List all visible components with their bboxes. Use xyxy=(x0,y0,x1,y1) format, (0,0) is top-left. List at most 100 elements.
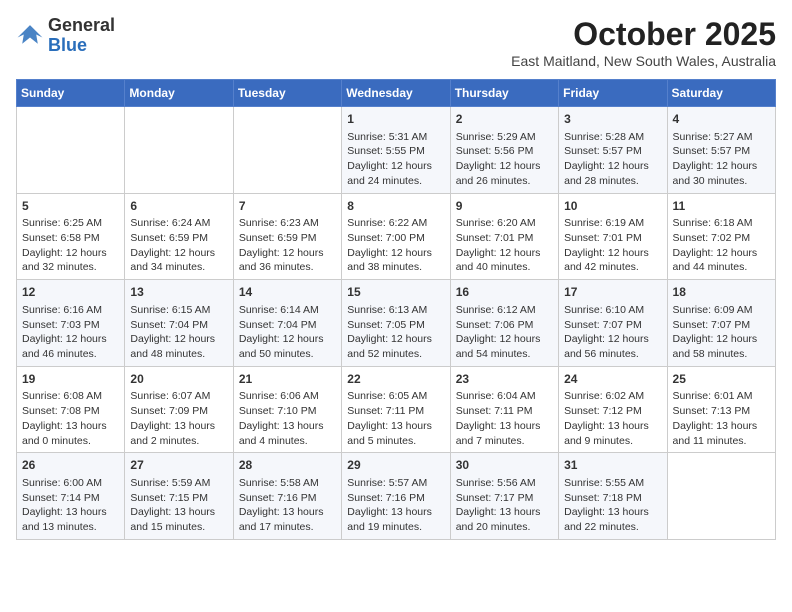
calendar-cell: 29 Sunrise: 5:57 AM Sunset: 7:16 PM Dayli… xyxy=(342,453,450,540)
calendar-week-row: 12 Sunrise: 6:16 AM Sunset: 7:03 PM Dayli… xyxy=(17,280,776,367)
calendar-cell: 25Sunrise: 6:01 AM Sunset: 7:13 PM Dayli… xyxy=(667,366,775,453)
day-number: 26 xyxy=(22,457,119,474)
weekday-header-thursday: Thursday xyxy=(450,80,558,107)
day-number: 16 xyxy=(456,284,553,301)
logo: General Blue xyxy=(16,16,115,56)
cell-content: Sunrise: 6:00 AM Sunset: 7:14 PM Dayligh… xyxy=(22,476,119,535)
calendar-cell: 7Sunrise: 6:23 AM Sunset: 6:59 PM Daylig… xyxy=(233,193,341,280)
day-number: 28 xyxy=(239,457,336,474)
weekday-header-tuesday: Tuesday xyxy=(233,80,341,107)
day-number: 1 xyxy=(347,111,444,128)
calendar-header: SundayMondayTuesdayWednesdayThursdayFrid… xyxy=(17,80,776,107)
day-number: 19 xyxy=(22,371,119,388)
calendar-cell: 4 Sunrise: 5:27 AM Sunset: 5:57 PM Daylig… xyxy=(667,107,775,194)
cell-content: Sunrise: 6:25 AM Sunset: 6:58 PM Dayligh… xyxy=(22,216,119,275)
calendar-cell xyxy=(667,453,775,540)
calendar-cell: 24Sunrise: 6:02 AM Sunset: 7:12 PM Dayli… xyxy=(559,366,667,453)
calendar-cell: 5Sunrise: 6:25 AM Sunset: 6:58 PM Daylig… xyxy=(17,193,125,280)
cell-content: Sunrise: 6:01 AM Sunset: 7:13 PM Dayligh… xyxy=(673,389,770,448)
cell-content: Sunrise: 5:31 AM Sunset: 5:55 PM Dayligh… xyxy=(347,130,444,189)
calendar-cell: 20Sunrise: 6:07 AM Sunset: 7:09 PM Dayli… xyxy=(125,366,233,453)
cell-content: Sunrise: 6:18 AM Sunset: 7:02 PM Dayligh… xyxy=(673,216,770,275)
calendar-cell: 9Sunrise: 6:20 AM Sunset: 7:01 PM Daylig… xyxy=(450,193,558,280)
calendar-cell: 27 Sunrise: 5:59 AM Sunset: 7:15 PM Dayli… xyxy=(125,453,233,540)
cell-content: Sunrise: 6:15 AM Sunset: 7:04 PM Dayligh… xyxy=(130,303,227,362)
calendar-week-row: 5Sunrise: 6:25 AM Sunset: 6:58 PM Daylig… xyxy=(17,193,776,280)
day-number: 8 xyxy=(347,198,444,215)
cell-content: Sunrise: 6:19 AM Sunset: 7:01 PM Dayligh… xyxy=(564,216,661,275)
day-number: 17 xyxy=(564,284,661,301)
calendar-cell: 18Sunrise: 6:09 AM Sunset: 7:07 PM Dayli… xyxy=(667,280,775,367)
month-title: October 2025 xyxy=(511,16,776,53)
calendar-cell: 1 Sunrise: 5:31 AM Sunset: 5:55 PM Daylig… xyxy=(342,107,450,194)
cell-content: Sunrise: 5:56 AM Sunset: 7:17 PM Dayligh… xyxy=(456,476,553,535)
day-number: 4 xyxy=(673,111,770,128)
day-number: 15 xyxy=(347,284,444,301)
day-number: 14 xyxy=(239,284,336,301)
weekday-header-monday: Monday xyxy=(125,80,233,107)
cell-content: Sunrise: 6:08 AM Sunset: 7:08 PM Dayligh… xyxy=(22,389,119,448)
cell-content: Sunrise: 5:27 AM Sunset: 5:57 PM Dayligh… xyxy=(673,130,770,189)
calendar-cell: 17Sunrise: 6:10 AM Sunset: 7:07 PM Dayli… xyxy=(559,280,667,367)
cell-content: Sunrise: 6:16 AM Sunset: 7:03 PM Dayligh… xyxy=(22,303,119,362)
cell-content: Sunrise: 6:02 AM Sunset: 7:12 PM Dayligh… xyxy=(564,389,661,448)
calendar-cell: 31 Sunrise: 5:55 AM Sunset: 7:18 PM Dayli… xyxy=(559,453,667,540)
calendar-cell: 8Sunrise: 6:22 AM Sunset: 7:00 PM Daylig… xyxy=(342,193,450,280)
cell-content: Sunrise: 5:57 AM Sunset: 7:16 PM Dayligh… xyxy=(347,476,444,535)
weekday-header-wednesday: Wednesday xyxy=(342,80,450,107)
day-number: 20 xyxy=(130,371,227,388)
cell-content: Sunrise: 6:23 AM Sunset: 6:59 PM Dayligh… xyxy=(239,216,336,275)
day-number: 24 xyxy=(564,371,661,388)
day-number: 9 xyxy=(456,198,553,215)
calendar-cell: 14 Sunrise: 6:14 AM Sunset: 7:04 PM Dayli… xyxy=(233,280,341,367)
calendar-cell: 16 Sunrise: 6:12 AM Sunset: 7:06 PM Dayli… xyxy=(450,280,558,367)
cell-content: Sunrise: 5:55 AM Sunset: 7:18 PM Dayligh… xyxy=(564,476,661,535)
calendar-week-row: 26 Sunrise: 6:00 AM Sunset: 7:14 PM Dayli… xyxy=(17,453,776,540)
day-number: 23 xyxy=(456,371,553,388)
day-number: 29 xyxy=(347,457,444,474)
day-number: 25 xyxy=(673,371,770,388)
cell-content: Sunrise: 5:28 AM Sunset: 5:57 PM Dayligh… xyxy=(564,130,661,189)
logo-bird-icon xyxy=(16,22,44,50)
title-block: October 2025 East Maitland, New South Wa… xyxy=(511,16,776,69)
day-number: 3 xyxy=(564,111,661,128)
calendar-cell xyxy=(233,107,341,194)
day-number: 31 xyxy=(564,457,661,474)
day-number: 10 xyxy=(564,198,661,215)
day-number: 7 xyxy=(239,198,336,215)
day-number: 5 xyxy=(22,198,119,215)
calendar-cell: 26 Sunrise: 6:00 AM Sunset: 7:14 PM Dayli… xyxy=(17,453,125,540)
day-number: 27 xyxy=(130,457,227,474)
day-number: 30 xyxy=(456,457,553,474)
calendar-cell: 23Sunrise: 6:04 AM Sunset: 7:11 PM Dayli… xyxy=(450,366,558,453)
cell-content: Sunrise: 6:05 AM Sunset: 7:11 PM Dayligh… xyxy=(347,389,444,448)
calendar-cell: 21Sunrise: 6:06 AM Sunset: 7:10 PM Dayli… xyxy=(233,366,341,453)
cell-content: Sunrise: 6:04 AM Sunset: 7:11 PM Dayligh… xyxy=(456,389,553,448)
logo-blue-text: Blue xyxy=(48,35,87,55)
cell-content: Sunrise: 6:12 AM Sunset: 7:06 PM Dayligh… xyxy=(456,303,553,362)
cell-content: Sunrise: 6:06 AM Sunset: 7:10 PM Dayligh… xyxy=(239,389,336,448)
cell-content: Sunrise: 6:09 AM Sunset: 7:07 PM Dayligh… xyxy=(673,303,770,362)
calendar-cell: 22Sunrise: 6:05 AM Sunset: 7:11 PM Dayli… xyxy=(342,366,450,453)
calendar-week-row: 1 Sunrise: 5:31 AM Sunset: 5:55 PM Daylig… xyxy=(17,107,776,194)
cell-content: Sunrise: 6:24 AM Sunset: 6:59 PM Dayligh… xyxy=(130,216,227,275)
cell-content: Sunrise: 6:13 AM Sunset: 7:05 PM Dayligh… xyxy=(347,303,444,362)
calendar-cell xyxy=(125,107,233,194)
calendar-cell xyxy=(17,107,125,194)
calendar-cell: 10Sunrise: 6:19 AM Sunset: 7:01 PM Dayli… xyxy=(559,193,667,280)
calendar-week-row: 19Sunrise: 6:08 AM Sunset: 7:08 PM Dayli… xyxy=(17,366,776,453)
cell-content: Sunrise: 5:29 AM Sunset: 5:56 PM Dayligh… xyxy=(456,130,553,189)
calendar-cell: 2Sunrise: 5:29 AM Sunset: 5:56 PM Daylig… xyxy=(450,107,558,194)
day-number: 11 xyxy=(673,198,770,215)
day-number: 21 xyxy=(239,371,336,388)
cell-content: Sunrise: 5:59 AM Sunset: 7:15 PM Dayligh… xyxy=(130,476,227,535)
calendar-cell: 30 Sunrise: 5:56 AM Sunset: 7:17 PM Dayli… xyxy=(450,453,558,540)
day-number: 12 xyxy=(22,284,119,301)
weekday-row: SundayMondayTuesdayWednesdayThursdayFrid… xyxy=(17,80,776,107)
cell-content: Sunrise: 6:14 AM Sunset: 7:04 PM Dayligh… xyxy=(239,303,336,362)
calendar-cell: 19Sunrise: 6:08 AM Sunset: 7:08 PM Dayli… xyxy=(17,366,125,453)
page-header: General Blue October 2025 East Maitland,… xyxy=(16,16,776,69)
logo-general-text: General xyxy=(48,15,115,35)
calendar-cell: 11Sunrise: 6:18 AM Sunset: 7:02 PM Dayli… xyxy=(667,193,775,280)
weekday-header-friday: Friday xyxy=(559,80,667,107)
